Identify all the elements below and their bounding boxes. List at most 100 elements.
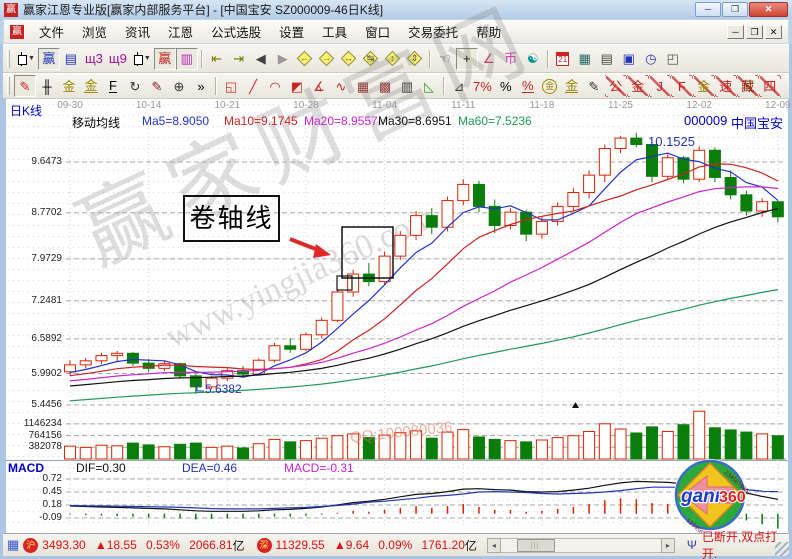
connection-status[interactable]: 已断开,双点打开. (702, 528, 785, 559)
sh-exchange-icon: 沪 (23, 538, 38, 553)
mdi-restore-button[interactable]: ❐ (746, 25, 763, 39)
scrollbar-track[interactable] (501, 538, 661, 553)
j-angle-icon[interactable]: J (649, 75, 671, 97)
si-angle-icon[interactable]: 四 (759, 75, 781, 97)
percent-lines-icon[interactable]: % (517, 75, 539, 97)
yingjia-analysis-icon[interactable]: 赢 (154, 48, 176, 70)
compress-v-icon[interactable]: ⇕ (404, 48, 426, 70)
maximize-button[interactable]: ❐ (722, 2, 748, 17)
mdi-close-button[interactable]: ✕ (765, 25, 782, 39)
yingjia-network-icon[interactable]: 赢 (38, 48, 60, 70)
golden-circle-icon[interactable]: 金 (539, 75, 561, 97)
scrollbar-thumb[interactable] (517, 539, 555, 552)
gann-arc-icon[interactable]: ◠ (264, 75, 286, 97)
export-icon[interactable]: ◰ (662, 48, 684, 70)
keyboard-wizard-icon[interactable]: ▦ (7, 537, 19, 553)
menu-item-settings[interactable]: 设置 (270, 23, 313, 43)
menu-item-help[interactable]: 帮助 (467, 23, 510, 43)
minimize-button[interactable]: ─ (695, 2, 721, 17)
menu-item-window[interactable]: 窗口 (356, 23, 399, 43)
gann-fan-lines-icon[interactable]: ╱ (242, 75, 264, 97)
drag-hand-icon[interactable]: ☜ (434, 48, 456, 70)
stock-info-icon[interactable]: ▤ (60, 48, 82, 70)
toolbar-grip[interactable] (7, 77, 10, 95)
menu-item-gann[interactable]: 江恩 (159, 23, 202, 43)
menu-item-tools[interactable]: 工具 (313, 23, 356, 43)
zigzag-icon[interactable]: ∿ (330, 75, 352, 97)
golden-angle-icon[interactable]: 金 (693, 75, 715, 97)
golden-lines-icon[interactable]: 金 (561, 75, 583, 97)
scroll-axis-annotation[interactable]: 卷轴线 (183, 195, 280, 242)
menu-logo-icon: 赢 (10, 25, 24, 39)
toolbar-separator (201, 50, 203, 68)
percent7-icon[interactable]: 7% (470, 75, 495, 97)
calculator-icon[interactable]: ▦ (574, 48, 596, 70)
scroll-left-icon[interactable]: ← (294, 48, 316, 70)
history-clock-icon[interactable]: ◷ (640, 48, 662, 70)
toolbar-grip[interactable] (7, 50, 10, 68)
minute-chart-3-icon[interactable]: щ3 (82, 48, 106, 70)
gong-lines-icon[interactable]: 公 (605, 75, 627, 97)
f-angle-icon[interactable]: F (671, 75, 693, 97)
more-tools-icon[interactable]: » (190, 75, 212, 97)
expand-h-icon[interactable]: ↔ (338, 48, 360, 70)
cang-angle-icon[interactable]: 藏 (737, 75, 759, 97)
angle-line-icon[interactable]: ∡ (308, 75, 330, 97)
price-axis-label: 5.4456 (5, 399, 62, 410)
calendar-icon[interactable]: 21 (552, 48, 574, 70)
prev-page-icon[interactable]: ◀ (250, 48, 272, 70)
mdi-minimize-button[interactable]: ─ (727, 25, 744, 39)
grid-box-icon[interactable]: ▩ (374, 75, 396, 97)
smart-analysis-icon[interactable]: ☯ (522, 48, 544, 70)
save-icon[interactable]: ▣ (618, 48, 640, 70)
close-button[interactable]: ✕ (749, 2, 788, 17)
golden-ruler-icon[interactable]: 金 (58, 75, 80, 97)
chart-h-scrollbar[interactable]: ◂ ▸ (487, 538, 675, 553)
ma60-value: Ma60=7.5236 (458, 114, 532, 128)
scale-icon[interactable]: ⊿ (448, 75, 470, 97)
percent-icon[interactable]: % (495, 75, 517, 97)
minute-chart-9-icon[interactable]: щ9 (106, 48, 130, 70)
speed-angle-icon[interactable]: 速 (715, 75, 737, 97)
gann-fan-tool-icon[interactable]: 币 (500, 48, 522, 70)
scroll-right-icon[interactable]: → (316, 48, 338, 70)
golden-red-icon[interactable]: 金 (627, 75, 649, 97)
golden-ruler2-icon[interactable]: 金 (80, 75, 102, 97)
volume-profile-icon[interactable]: ▥ (176, 48, 198, 70)
period-selector-icon[interactable]: ▼ (14, 48, 38, 70)
piano-lines-icon[interactable]: ▥ (396, 75, 418, 97)
fibonacci-ruler-icon[interactable]: F (102, 75, 124, 97)
brush-icon[interactable]: ✎ (146, 75, 168, 97)
cycle-ruler-icon[interactable]: ⊕ (168, 75, 190, 97)
notes-icon[interactable]: ▤ (596, 48, 618, 70)
sh-amount: 2066.81 (189, 538, 232, 552)
gann-angle-tool-icon[interactable]: ∠ (478, 48, 500, 70)
scrollbar-right-arrow-icon[interactable]: ▸ (661, 538, 675, 553)
menu-item-formula-picker[interactable]: 公式选股 (202, 23, 270, 43)
crosshair-icon[interactable]: + (456, 48, 478, 70)
ruler-icon[interactable]: ╫ (36, 75, 58, 97)
spiral-icon[interactable]: ↻ (124, 75, 146, 97)
last-page-icon[interactable]: ⇥ (228, 48, 250, 70)
stock-code: 000009 (684, 113, 727, 128)
date-label: 11-11 (446, 100, 480, 111)
menu-item-file[interactable]: 文件 (30, 23, 73, 43)
gann-box-icon[interactable]: ◱ (220, 75, 242, 97)
draw-pen-icon[interactable]: ✎ (14, 75, 36, 97)
menu-item-trading[interactable]: 交易委托 (399, 23, 467, 43)
gann-grid-box-icon[interactable]: ◩ (286, 75, 308, 97)
candle-style-icon[interactable]: ▼ (130, 48, 154, 70)
slant-lines-icon[interactable]: ◺ (418, 75, 440, 97)
low-price-label: 5.6382 (205, 382, 242, 396)
resize-grip[interactable] (775, 542, 789, 556)
first-page-icon[interactable]: ⇤ (206, 48, 228, 70)
pen-candle-icon[interactable]: ✎ (583, 75, 605, 97)
menu-item-news[interactable]: 资讯 (116, 23, 159, 43)
grid-dense-icon[interactable]: ▦ (352, 75, 374, 97)
menu-item-browse[interactable]: 浏览 (73, 23, 116, 43)
compress-h-icon[interactable]: ↹ (360, 48, 382, 70)
expand-v-icon[interactable]: ↕ (382, 48, 404, 70)
next-page-icon[interactable]: ▶ (272, 48, 294, 70)
toolbar-gann-tools: ✎╫金金F↻✎⊕»◱╱◠◩∡∿▦▩▥◺⊿7%%%金金✎公金JF金速藏四 (3, 73, 789, 99)
scrollbar-left-arrow-icon[interactable]: ◂ (487, 538, 501, 553)
